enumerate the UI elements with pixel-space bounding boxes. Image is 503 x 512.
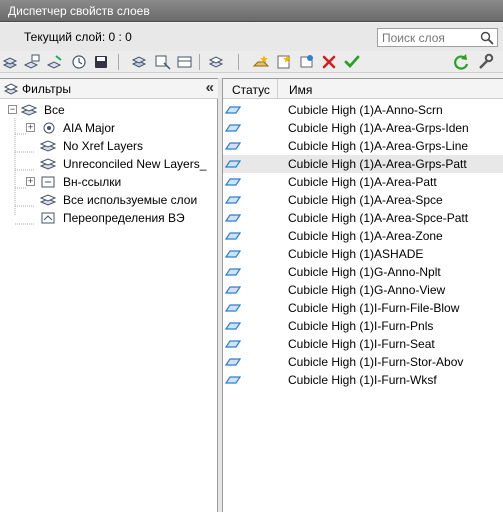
table-row[interactable]: Cubicle High (1)G-Anno-View bbox=[223, 281, 503, 299]
layer-status-icon[interactable] bbox=[225, 177, 241, 187]
table-row[interactable]: Cubicle High (1)I-Furn-Pnls bbox=[223, 317, 503, 335]
refresh-icon[interactable] bbox=[452, 53, 470, 71]
layer-walk-icon[interactable] bbox=[154, 53, 172, 71]
layer-status-icon[interactable] bbox=[225, 303, 241, 313]
layer-states-manager-icon[interactable] bbox=[46, 53, 64, 71]
layer-status-icon[interactable] bbox=[225, 123, 241, 133]
expand-node-icon[interactable]: + bbox=[26, 177, 35, 186]
layer-status-icon[interactable] bbox=[225, 105, 241, 115]
xref-filter-icon bbox=[41, 176, 55, 188]
layer-name: Cubicle High (1)I-Furn-Pnls bbox=[288, 319, 434, 333]
layer-status-icon[interactable] bbox=[225, 339, 241, 349]
tree-item-label: Вн-ссылки bbox=[63, 175, 122, 189]
table-row[interactable]: Cubicle High (1)G-Anno-Nplt bbox=[223, 263, 503, 281]
layer-status-icon[interactable] bbox=[225, 213, 241, 223]
window-title: Диспетчер свойств слоев bbox=[8, 4, 150, 18]
toolbar-separator bbox=[199, 54, 200, 70]
layer-status-icon[interactable] bbox=[225, 231, 241, 241]
layer-name: Cubicle High (1)A-Area-Grps-Iden bbox=[288, 121, 469, 135]
new-layer-vp-frozen-icon[interactable] bbox=[275, 53, 293, 71]
toolbar-separator bbox=[118, 54, 119, 70]
table-row[interactable]: Cubicle High (1)I-Furn-Seat bbox=[223, 335, 503, 353]
current-layer-label: Текущий слой: 0 : 0 bbox=[24, 30, 132, 44]
delete-layer-icon[interactable] bbox=[320, 53, 338, 71]
layer-list-header: Статус Имя bbox=[223, 79, 503, 99]
layer-name: Cubicle High (1)G-Anno-Nplt bbox=[288, 265, 441, 279]
filter-all-icon bbox=[21, 104, 38, 116]
toolbar-separator bbox=[238, 54, 239, 70]
layer-status-icon[interactable] bbox=[225, 159, 241, 169]
table-row[interactable]: Cubicle High (1)A-Area-Spce bbox=[223, 191, 503, 209]
filter-tree-icon bbox=[4, 83, 19, 95]
search-input[interactable]: Поиск слоя bbox=[377, 28, 498, 47]
layer-name: Cubicle High (1)I-Furn-File-Blow bbox=[288, 301, 460, 315]
layer-name: Cubicle High (1)A-Area-Grps-Line bbox=[288, 139, 469, 153]
layer-list-pane: Статус Имя Cubicle High (1)A-Anno-Scrn Cu… bbox=[222, 78, 503, 512]
layer-status-icon[interactable] bbox=[225, 357, 241, 367]
table-row[interactable]: Cubicle High (1)A-Anno-Scrn bbox=[223, 101, 503, 119]
table-row[interactable]: Cubicle High (1)I-Furn-Stor-Abov bbox=[223, 353, 503, 371]
tree-item-label: Все используемые слои bbox=[63, 193, 198, 207]
property-filter-icon bbox=[40, 140, 57, 152]
tree-item-label: Все bbox=[44, 103, 65, 117]
layer-merge-icon[interactable] bbox=[176, 53, 194, 71]
table-row[interactable]: Cubicle High (1)A-Area-Grps-Iden bbox=[223, 119, 503, 137]
table-row[interactable]: Cubicle High (1)A-Area-Grps-Line bbox=[223, 137, 503, 155]
collapse-pane-icon[interactable]: « bbox=[206, 79, 214, 96]
layer-name: Cubicle High (1)A-Area-Spce bbox=[288, 193, 443, 207]
vp-override-filter-icon bbox=[41, 212, 55, 224]
tree-item-label: Unreconciled New Layers_ bbox=[63, 157, 207, 171]
filters-header: Фильтры « bbox=[0, 79, 218, 99]
layer-status-icon[interactable] bbox=[225, 267, 241, 277]
layer-name: Cubicle High (1)A-Area-Grps-Patt bbox=[288, 157, 467, 171]
new-layer-icon[interactable] bbox=[252, 53, 270, 71]
new-group-filter-icon[interactable] bbox=[23, 53, 41, 71]
property-filter-icon bbox=[40, 158, 57, 170]
table-row[interactable]: Cubicle High (1)A-Area-Patt bbox=[223, 173, 503, 191]
layer-name: Cubicle High (1)ASHADE bbox=[288, 247, 424, 261]
tree-item-label: Переопределения ВЭ bbox=[63, 211, 185, 225]
group-filter-icon bbox=[43, 122, 55, 134]
settings-icon[interactable] bbox=[476, 53, 494, 71]
toolbar bbox=[0, 51, 503, 73]
column-header-status[interactable]: Статус bbox=[223, 79, 278, 99]
layer-name: Cubicle High (1)I-Furn-Seat bbox=[288, 337, 435, 351]
search-placeholder: Поиск слоя bbox=[382, 31, 445, 45]
filters-header-label: Фильтры bbox=[22, 82, 71, 96]
layer-name: Cubicle High (1)I-Furn-Stor-Abov bbox=[288, 355, 464, 369]
layer-status-icon[interactable] bbox=[225, 375, 241, 385]
table-row[interactable]: Cubicle High (1)A-Area-Grps-Patt bbox=[223, 155, 503, 173]
layer-name: Cubicle High (1)A-Area-Patt bbox=[288, 175, 437, 189]
table-row[interactable]: Cubicle High (1)A-Area-Zone bbox=[223, 227, 503, 245]
layer-status-icon[interactable] bbox=[225, 249, 241, 259]
new-layer-list-icon[interactable] bbox=[131, 53, 149, 71]
layer-states-icon[interactable] bbox=[208, 53, 226, 71]
table-row[interactable]: Cubicle High (1)I-Furn-Wksf bbox=[223, 371, 503, 389]
table-row[interactable]: Cubicle High (1)ASHADE bbox=[223, 245, 503, 263]
layer-name: Cubicle High (1)G-Anno-View bbox=[288, 283, 446, 297]
tree-item-label: No Xref Layers bbox=[63, 139, 144, 153]
title-bar: Диспетчер свойств слоев bbox=[0, 0, 503, 22]
layer-name: Cubicle High (1)A-Area-Zone bbox=[288, 229, 443, 243]
filters-pane: Фильтры « − Все + AIA Major No Xref Laye… bbox=[0, 78, 218, 512]
layer-status-icon[interactable] bbox=[225, 285, 241, 295]
new-property-filter-icon[interactable] bbox=[2, 53, 20, 71]
layer-name: Cubicle High (1)I-Furn-Wksf bbox=[288, 373, 437, 387]
layer-name: Cubicle High (1)A-Area-Spce-Patt bbox=[288, 211, 469, 225]
layer-status-icon[interactable] bbox=[225, 141, 241, 151]
layer-name: Cubicle High (1)A-Anno-Scrn bbox=[288, 103, 443, 117]
property-filter-icon bbox=[40, 194, 57, 206]
table-row[interactable]: Cubicle High (1)A-Area-Spce-Patt bbox=[223, 209, 503, 227]
layer-properties-icon[interactable] bbox=[70, 53, 88, 71]
search-icon[interactable] bbox=[480, 31, 494, 45]
new-layer-vp-icon[interactable] bbox=[298, 53, 316, 71]
tree-item-label: AIA Major bbox=[63, 121, 116, 135]
expand-node-icon[interactable]: + bbox=[26, 123, 35, 132]
collapse-node-icon[interactable]: − bbox=[8, 105, 17, 114]
layer-status-icon[interactable] bbox=[225, 195, 241, 205]
save-layer-state-icon[interactable] bbox=[92, 53, 110, 71]
table-row[interactable]: Cubicle High (1)I-Furn-File-Blow bbox=[223, 299, 503, 317]
set-current-icon[interactable] bbox=[343, 53, 361, 71]
layer-status-icon[interactable] bbox=[225, 321, 241, 331]
